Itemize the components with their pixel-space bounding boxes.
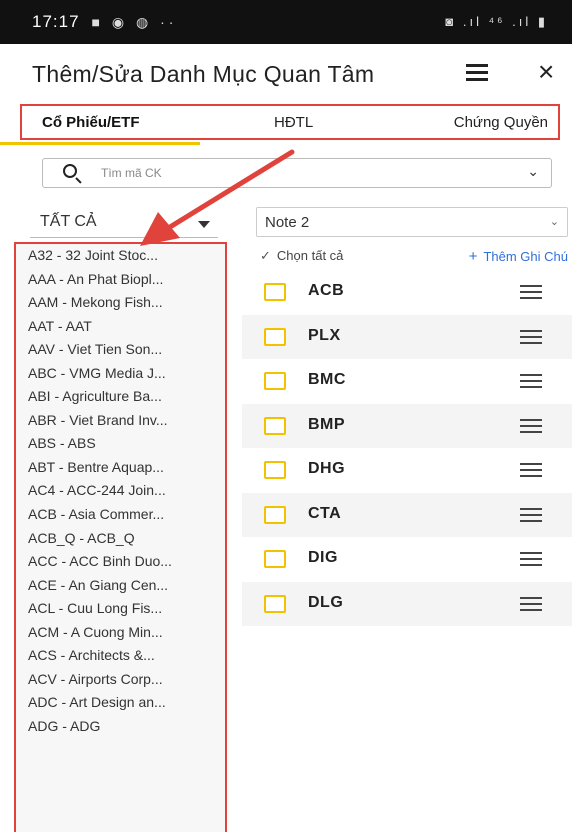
- list-item[interactable]: ACL - Cuu Long Fis...: [16, 597, 225, 621]
- list-item[interactable]: ABC - VMG Media J...: [16, 362, 225, 386]
- list-item[interactable]: AAT - AAT: [16, 315, 225, 339]
- stock-code: BMC: [308, 371, 346, 388]
- status-bar: 17:17 ■ ◉ ◍ ·· ◙ .ıl ⁴⁶ .ıl ▮: [0, 0, 572, 44]
- drag-handle-icon[interactable]: [520, 596, 542, 611]
- drag-handle-icon[interactable]: [520, 463, 542, 477]
- stock-code: DIG: [308, 549, 338, 566]
- notification-icons: ■ ◉ ◍ ··: [91, 13, 178, 30]
- page-title: Thêm/Sửa Danh Mục Quan Tâm: [32, 60, 375, 87]
- list-item[interactable]: ACS - Architects &...: [16, 644, 225, 668]
- watchlist-row[interactable]: CTA: [242, 492, 572, 537]
- tab-stocks-etf[interactable]: Cổ Phiếu/ETF: [42, 114, 140, 131]
- stock-code: DHG: [308, 460, 346, 477]
- stock-code: DLG: [308, 593, 344, 611]
- active-tab-indicator: [0, 142, 200, 145]
- list-item[interactable]: ACC - ACC Binh Duo...: [16, 550, 225, 574]
- checkbox[interactable]: [264, 283, 286, 301]
- stock-code: BMP: [308, 415, 346, 433]
- drag-handle-icon[interactable]: [520, 374, 542, 388]
- close-icon[interactable]: ×: [538, 56, 554, 88]
- drag-handle-icon[interactable]: [520, 507, 542, 522]
- list-item[interactable]: ACM - A Cuong Min...: [16, 621, 225, 645]
- checkbox[interactable]: [264, 461, 286, 479]
- stock-code: PLX: [308, 326, 341, 344]
- app-header: Thêm/Sửa Danh Mục Quan Tâm ×: [0, 44, 572, 104]
- list-item[interactable]: ABT - Bentre Aquap...: [16, 456, 225, 480]
- list-item[interactable]: A32 - 32 Joint Stoc...: [16, 244, 225, 268]
- watchlist-row[interactable]: DIG: [242, 537, 572, 582]
- list-item[interactable]: ABR - Viet Brand Inv...: [16, 409, 225, 433]
- checkbox[interactable]: [264, 372, 286, 390]
- checkbox[interactable]: [264, 327, 286, 346]
- search-placeholder: Tìm mã CK: [101, 166, 162, 180]
- list-item[interactable]: AAA - An Phat Biopl...: [16, 268, 225, 292]
- tab-bar: Cổ Phiếu/ETF HĐTL Chứng Quyền: [20, 104, 560, 140]
- chevron-down-icon: ⌄: [549, 216, 559, 228]
- watchlist-row[interactable]: DLG: [242, 581, 572, 626]
- drag-handle-icon[interactable]: [520, 418, 542, 433]
- watchlist-row[interactable]: BMP: [242, 403, 572, 448]
- tab-warrants[interactable]: Chứng Quyền: [454, 114, 548, 131]
- add-note-label: Thêm Ghi Chú: [483, 249, 568, 264]
- list-item[interactable]: ACB - Asia Commer...: [16, 503, 225, 527]
- select-all-button[interactable]: ✓ Chọn tất cả: [260, 248, 343, 264]
- status-time: 17:17: [32, 12, 80, 31]
- checkbox[interactable]: [264, 550, 286, 568]
- filter-selected: TẤT CẢ: [40, 213, 97, 230]
- list-item[interactable]: ABS - ABS: [16, 432, 225, 456]
- search-input[interactable]: Tìm mã CK ⌄: [42, 158, 552, 188]
- watchlist-row[interactable]: ACB: [242, 270, 572, 315]
- checkbox[interactable]: [264, 594, 286, 613]
- caret-down-icon: [198, 221, 210, 228]
- list-icon[interactable]: [466, 64, 488, 82]
- stock-code: ACB: [308, 282, 345, 299]
- select-all-label: Chọn tất cả: [276, 248, 344, 263]
- check-icon: ✓: [260, 248, 271, 263]
- list-item[interactable]: ACE - An Giang Cen...: [16, 574, 225, 598]
- drag-handle-icon[interactable]: [520, 285, 542, 299]
- stock-code: CTA: [308, 504, 342, 522]
- tab-futures[interactable]: HĐTL: [274, 114, 313, 131]
- add-note-button[interactable]: + Thêm Ghi Chú: [469, 248, 568, 265]
- list-item[interactable]: ACV - Airports Corp...: [16, 668, 225, 692]
- list-item[interactable]: AAV - Viet Tien Son...: [16, 338, 225, 362]
- list-item[interactable]: ABI - Agriculture Ba...: [16, 385, 225, 409]
- list-item[interactable]: ACB_Q - ACB_Q: [16, 527, 225, 551]
- list-item[interactable]: AAM - Mekong Fish...: [16, 291, 225, 315]
- watchlist-actions: ✓ Chọn tất cả + Thêm Ghi Chú: [256, 246, 572, 268]
- filter-dropdown[interactable]: TẤT CẢ: [30, 208, 218, 238]
- watchlist-row[interactable]: BMC: [242, 359, 572, 404]
- checkbox[interactable]: [264, 505, 286, 524]
- watchlist: ACB PLX BMC BMP DHG CTA DIG DLG: [242, 270, 572, 626]
- signal-battery-icons: ◙ .ıl ⁴⁶ .ıl ▮: [445, 14, 548, 29]
- drag-handle-icon[interactable]: [520, 552, 542, 566]
- watchlist-row[interactable]: DHG: [242, 448, 572, 493]
- stock-list[interactable]: A32 - 32 Joint Stoc... AAA - An Phat Biop…: [14, 242, 227, 832]
- list-item[interactable]: AC4 - ACC-244 Join...: [16, 479, 225, 503]
- note-selected: Note 2: [265, 214, 310, 231]
- drag-handle-icon[interactable]: [520, 329, 542, 344]
- chevron-down-icon[interactable]: ⌄: [527, 163, 539, 180]
- checkbox[interactable]: [264, 416, 286, 435]
- plus-icon: +: [468, 248, 478, 265]
- list-item[interactable]: ADC - Art Design an...: [16, 691, 225, 715]
- watchlist-row[interactable]: PLX: [242, 314, 572, 359]
- note-dropdown[interactable]: Note 2 ⌄: [256, 207, 568, 237]
- search-icon: [63, 164, 77, 178]
- list-item[interactable]: ADG - ADG: [16, 715, 225, 739]
